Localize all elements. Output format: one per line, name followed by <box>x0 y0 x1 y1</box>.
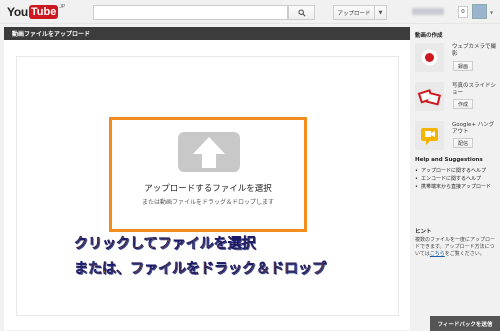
username-blurred[interactable] <box>412 8 444 15</box>
feedback-button[interactable]: フィードバックを送信 <box>430 316 500 331</box>
hint-text: 複数のファイルを一度にアップロードできます。アップロード方法についてはこちらをご… <box>415 237 497 258</box>
logo-you-text: You <box>7 4 28 19</box>
logo-tube-text: Tube <box>28 4 59 19</box>
search-icon <box>297 8 306 17</box>
hint-suffix: をご覧ください。 <box>444 251 485 257</box>
create-video-heading: 動画の作成 <box>415 33 443 39</box>
webcam-record-icon <box>415 43 444 72</box>
sidebar-item-label: Google+ ハングアウト <box>452 122 495 135</box>
help-link[interactable]: エンコードに関するヘルプ <box>415 176 500 183</box>
upload-button[interactable]: アップロード <box>333 5 375 20</box>
logo-region-text: JP <box>59 4 66 10</box>
chevron-down-icon: ▼ <box>378 9 383 16</box>
create-slideshow-button[interactable]: 作成 <box>453 99 474 109</box>
avatar[interactable] <box>472 4 487 19</box>
youtube-logo[interactable]: You Tube JP <box>7 4 65 19</box>
hint-heading: ヒント <box>415 229 432 235</box>
broadcast-button[interactable]: 配信 <box>453 138 474 148</box>
photo-slideshow-icon <box>415 82 444 111</box>
sidebar-item-webcam: ウェブカメラで撮影 録画 <box>415 43 497 79</box>
help-link[interactable]: 携帯端末から直接アップロード <box>415 184 500 191</box>
search-input[interactable] <box>93 5 288 20</box>
help-links: アップロードに関するヘルプ エンコードに関するヘルプ 携帯端末から直接アップロー… <box>415 168 500 192</box>
upload-arrow-icon[interactable] <box>178 132 240 172</box>
annotation-click-select: クリックしてファイルを選択 <box>74 236 256 252</box>
sidebar-item-label: ウェブカメラで撮影 <box>452 44 497 57</box>
sidebar-item-slideshow: 写真のスライドショー 作成 <box>415 82 497 118</box>
help-link[interactable]: アップロードに関するヘルプ <box>415 168 500 175</box>
sidebar-item-label: 写真のスライドショー <box>452 83 497 96</box>
hint-link[interactable]: こちら <box>430 251 445 257</box>
annotation-drag-drop: または、ファイルをドラック＆ドロップ <box>74 261 326 277</box>
upload-menu-button[interactable]: ▼ <box>375 5 387 20</box>
record-button[interactable]: 録画 <box>453 61 474 71</box>
search-button[interactable] <box>288 5 315 20</box>
page-title: 動画ファイルをアップロード <box>12 31 91 38</box>
drag-drop-hint: または動画ファイルをドラッグ＆ドロップします <box>141 199 274 206</box>
select-file-label[interactable]: アップロードするファイルを選択 <box>112 182 304 194</box>
notifications-count[interactable]: 0 <box>458 6 468 18</box>
hangout-icon <box>415 121 444 150</box>
sidebar-item-hangout: Google+ ハングアウト 配信 <box>415 121 497 157</box>
help-heading: Help and Suggestions <box>415 157 483 163</box>
chevron-down-icon[interactable]: ▼ <box>490 10 493 15</box>
